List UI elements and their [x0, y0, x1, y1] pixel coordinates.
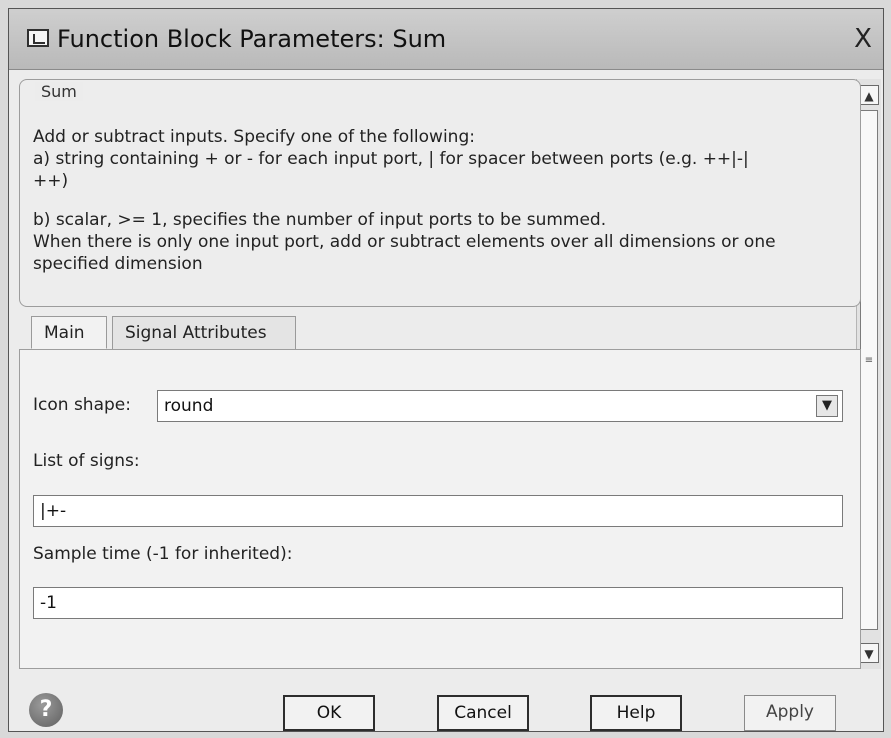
question-circle-icon[interactable]: ? — [29, 693, 63, 727]
grip-icon: ≡ — [864, 355, 874, 366]
cancel-button[interactable]: Cancel — [437, 695, 529, 731]
chevron-up-icon[interactable]: ▲ — [859, 85, 879, 105]
description-line: When there is only one input port, add o… — [33, 232, 776, 252]
function-block-parameters-window: Function Block Parameters: Sum X ▲ ≡ ▼ S… — [8, 8, 884, 732]
block-icon — [27, 29, 49, 47]
icon-shape-label: Icon shape: — [33, 395, 131, 415]
description-line: b) scalar, >= 1, specifies the number of… — [33, 210, 607, 230]
description-line: specified dimension — [33, 254, 203, 274]
description-line: a) string containing + or - for each inp… — [33, 149, 749, 169]
sample-time-label: Sample time (-1 for inherited): — [33, 544, 293, 564]
tab-signal-attributes[interactable]: Signal Attributes — [112, 316, 296, 349]
scroll-thumb[interactable]: ≡ — [860, 110, 878, 630]
title-bar: Function Block Parameters: Sum X — [9, 9, 883, 70]
description-section-label: Sum — [35, 82, 83, 101]
close-icon[interactable]: X — [849, 25, 877, 53]
description-line: ++) — [33, 171, 69, 191]
description-line: Add or subtract inputs. Specify one of t… — [33, 127, 475, 147]
ok-button[interactable]: OK — [283, 695, 375, 731]
help-button[interactable]: Help — [590, 695, 682, 731]
sample-time-input[interactable]: -1 — [33, 587, 843, 619]
tab-main[interactable]: Main — [31, 316, 107, 349]
apply-button[interactable]: Apply — [744, 695, 836, 731]
list-of-signs-label: List of signs: — [33, 451, 140, 471]
list-of-signs-input[interactable]: |+- — [33, 495, 843, 527]
icon-shape-dropdown[interactable]: round — [157, 390, 843, 422]
chevron-down-icon[interactable]: ▼ — [859, 643, 879, 663]
window-title: Function Block Parameters: Sum — [57, 25, 447, 53]
icon-shape-value: round — [164, 396, 214, 416]
dropdown-arrow-icon[interactable]: ▼ — [816, 395, 838, 417]
